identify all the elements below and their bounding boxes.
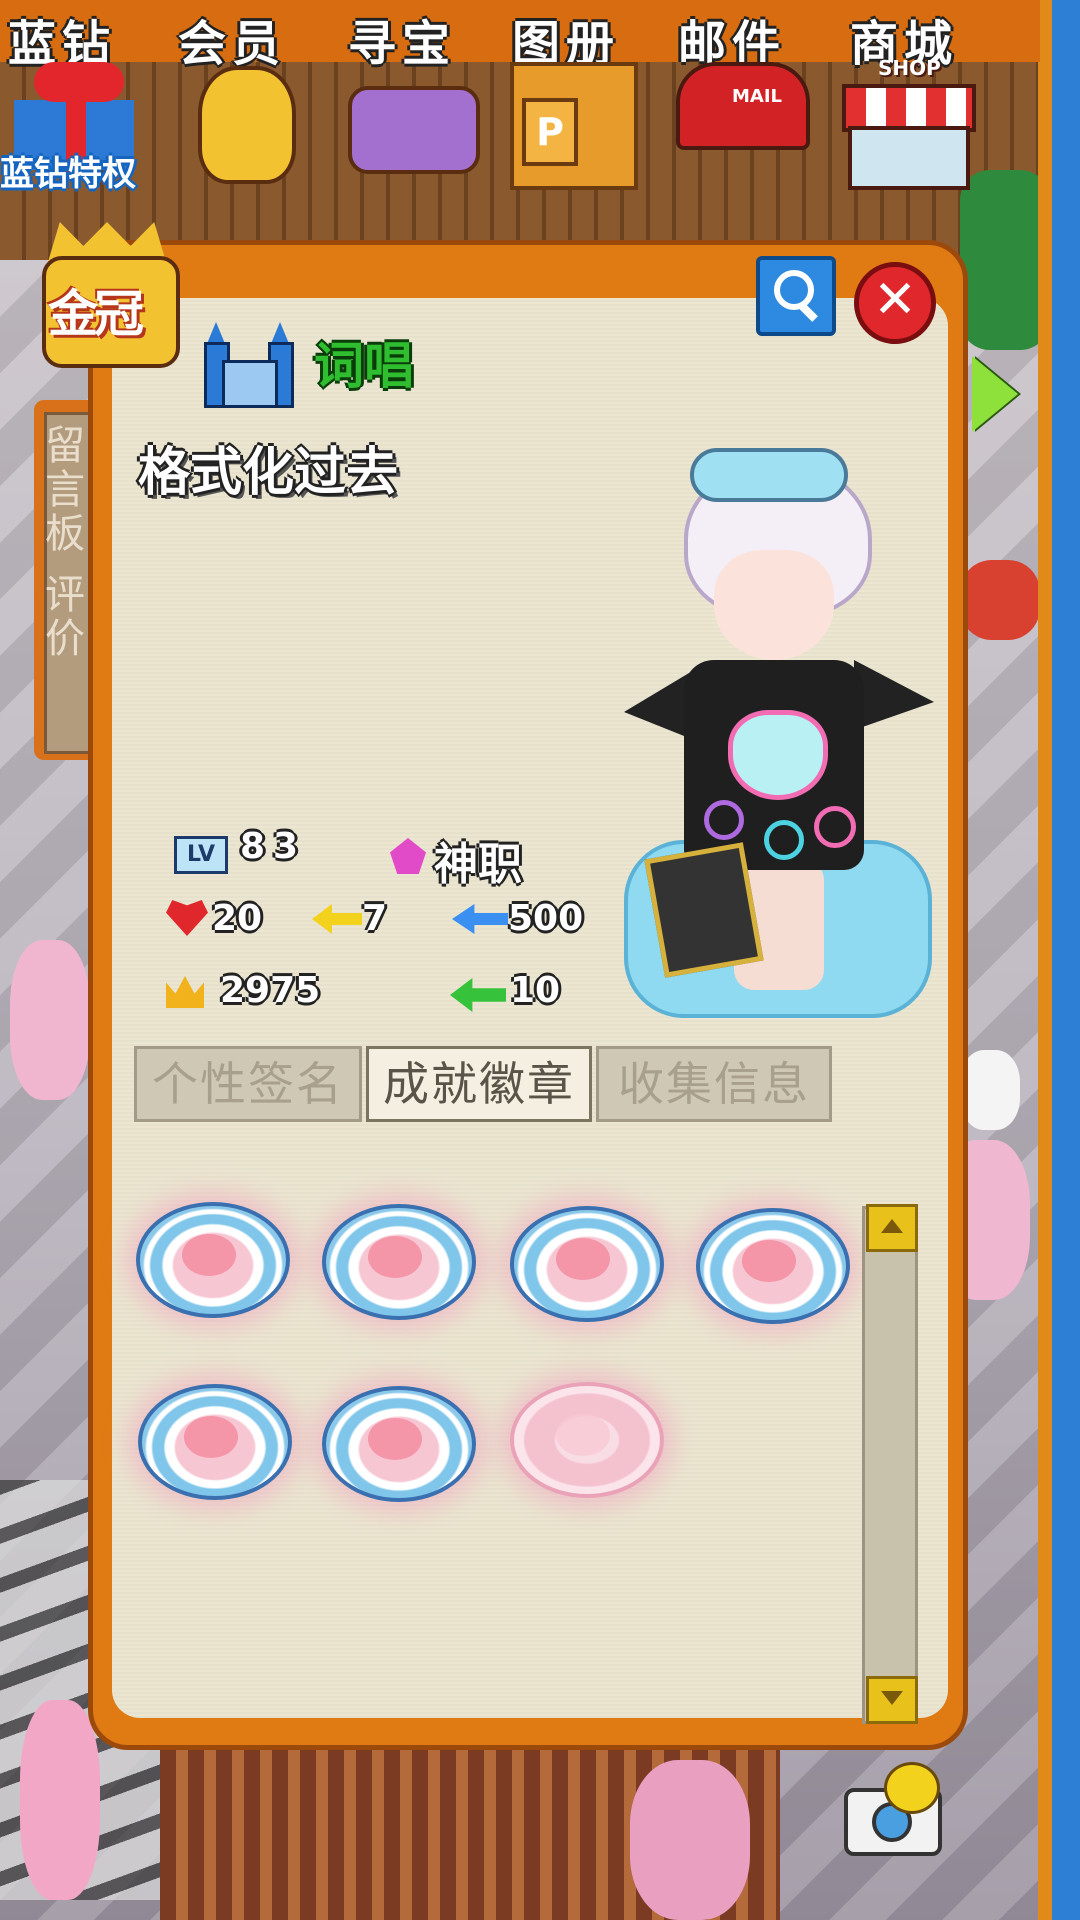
tab-signature[interactable]: 个性签名 — [134, 1046, 362, 1122]
top-menu-bar: 蓝钻 会员 寻宝 图册 邮件 商城 — [0, 0, 1040, 72]
side-tab-label: 留言板 评价 — [38, 424, 84, 661]
npc-character[interactable] — [960, 560, 1040, 640]
yellow-arrow-count: 7 — [362, 898, 388, 939]
guild-name[interactable]: 词唱 — [314, 326, 414, 398]
achievement-badge[interactable] — [132, 1196, 292, 1318]
mailbox-icon[interactable]: MAIL — [676, 56, 810, 176]
treasure-chest-icon[interactable] — [340, 56, 480, 176]
tree — [960, 170, 1050, 350]
next-arrow-icon[interactable] — [972, 356, 1018, 432]
menu-treasure-hunt[interactable]: 寻宝 — [348, 4, 456, 72]
camera-icon[interactable] — [840, 1762, 942, 1856]
level-value: 83 — [240, 826, 307, 867]
green-arrow-count: 10 — [510, 970, 561, 1011]
search-button[interactable] — [756, 256, 836, 336]
window-edge — [1038, 0, 1052, 1920]
menu-mail[interactable]: 邮件 — [678, 4, 786, 72]
level-badge: LV — [174, 836, 228, 874]
castle-icon — [204, 322, 294, 408]
album-book-icon[interactable]: P — [510, 56, 640, 190]
shop-store-icon[interactable]: SHOP — [842, 56, 976, 190]
badge-scrollbar[interactable] — [862, 1206, 918, 1724]
npc-character[interactable] — [960, 1050, 1020, 1130]
window-edge — [1052, 0, 1080, 1920]
scroll-down-button[interactable] — [866, 1676, 918, 1724]
npc-character[interactable] — [20, 1700, 100, 1900]
blue-arrow-count: 500 — [508, 898, 584, 939]
achievement-badge[interactable] — [506, 1200, 666, 1322]
profile-tabs: 个性签名 成就徽章 收集信息 — [134, 1046, 832, 1122]
menu-album[interactable]: 图册 — [512, 4, 620, 72]
crown-count: 2975 — [220, 970, 321, 1011]
achievement-badge[interactable] — [318, 1380, 478, 1502]
gold-crown-label: 金冠 — [48, 285, 144, 343]
menu-mall[interactable]: 商城 — [850, 4, 958, 72]
achievement-badge[interactable] — [318, 1198, 478, 1320]
player-nickname: 格式化过去 — [138, 443, 399, 503]
blue-diamond-privilege-label[interactable]: 蓝钻特权 — [0, 146, 136, 195]
scroll-up-button[interactable] — [866, 1204, 918, 1252]
achievement-badge[interactable] — [692, 1202, 852, 1324]
player-title: 神职 — [434, 839, 522, 890]
tab-collection-info[interactable]: 收集信息 — [596, 1046, 832, 1122]
vip-mascot-icon[interactable] — [178, 56, 308, 184]
menu-blue-diamond[interactable]: 蓝钻 — [8, 4, 116, 72]
gold-crown-badge[interactable]: 金冠 — [42, 222, 180, 372]
tab-achievement-badges[interactable]: 成就徽章 — [366, 1046, 592, 1122]
menu-membership[interactable]: 会员 — [178, 4, 286, 72]
achievement-badge[interactable] — [134, 1378, 294, 1500]
hearts-count: 20 — [212, 898, 263, 939]
close-icon: ✕ — [873, 270, 917, 330]
npc-character[interactable] — [630, 1760, 750, 1920]
achievement-badge-locked[interactable] — [506, 1376, 666, 1498]
close-button[interactable]: ✕ — [854, 262, 936, 344]
player-avatar — [604, 440, 944, 1040]
npc-character[interactable] — [10, 940, 90, 1100]
